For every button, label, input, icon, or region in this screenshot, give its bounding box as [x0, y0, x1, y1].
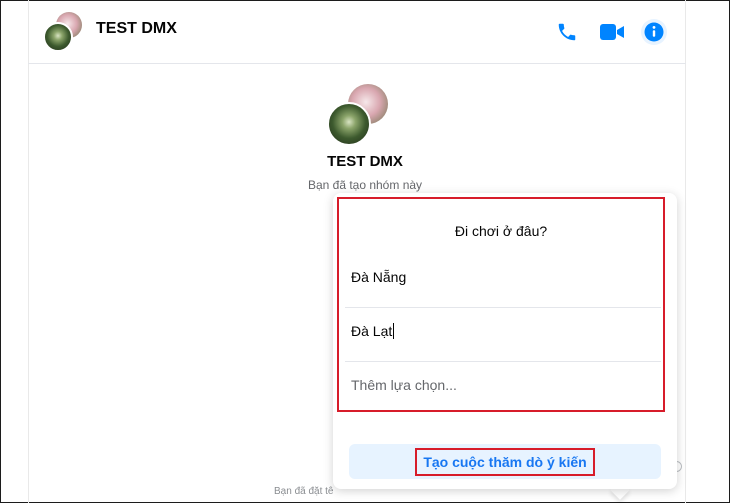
- poll-option-2-text: Đà Lạt: [351, 323, 393, 339]
- option-divider: [345, 307, 661, 308]
- system-message: Bạn đã đặt tê: [274, 486, 334, 497]
- phone-icon[interactable]: [556, 21, 578, 48]
- highlight-box-create-button: [415, 448, 595, 476]
- add-option-input[interactable]: Thêm lựa chọn...: [351, 377, 457, 393]
- text-cursor: [393, 323, 395, 339]
- group-photo-front: [327, 102, 371, 146]
- group-name: TEST DMX: [327, 153, 403, 170]
- group-avatar-front[interactable]: [43, 22, 73, 52]
- chat-title[interactable]: TEST DMX: [96, 20, 177, 38]
- poll-question-field[interactable]: Đi chơi ở đâu?: [337, 223, 665, 239]
- video-camera-icon[interactable]: [599, 21, 625, 48]
- poll-option-2[interactable]: Đà Lạt: [351, 323, 395, 339]
- option-divider: [345, 361, 661, 362]
- poll-option-1[interactable]: Đà Nẵng: [351, 269, 406, 285]
- info-icon[interactable]: [641, 19, 667, 50]
- group-created-note: Bạn đã tạo nhóm này: [307, 178, 423, 192]
